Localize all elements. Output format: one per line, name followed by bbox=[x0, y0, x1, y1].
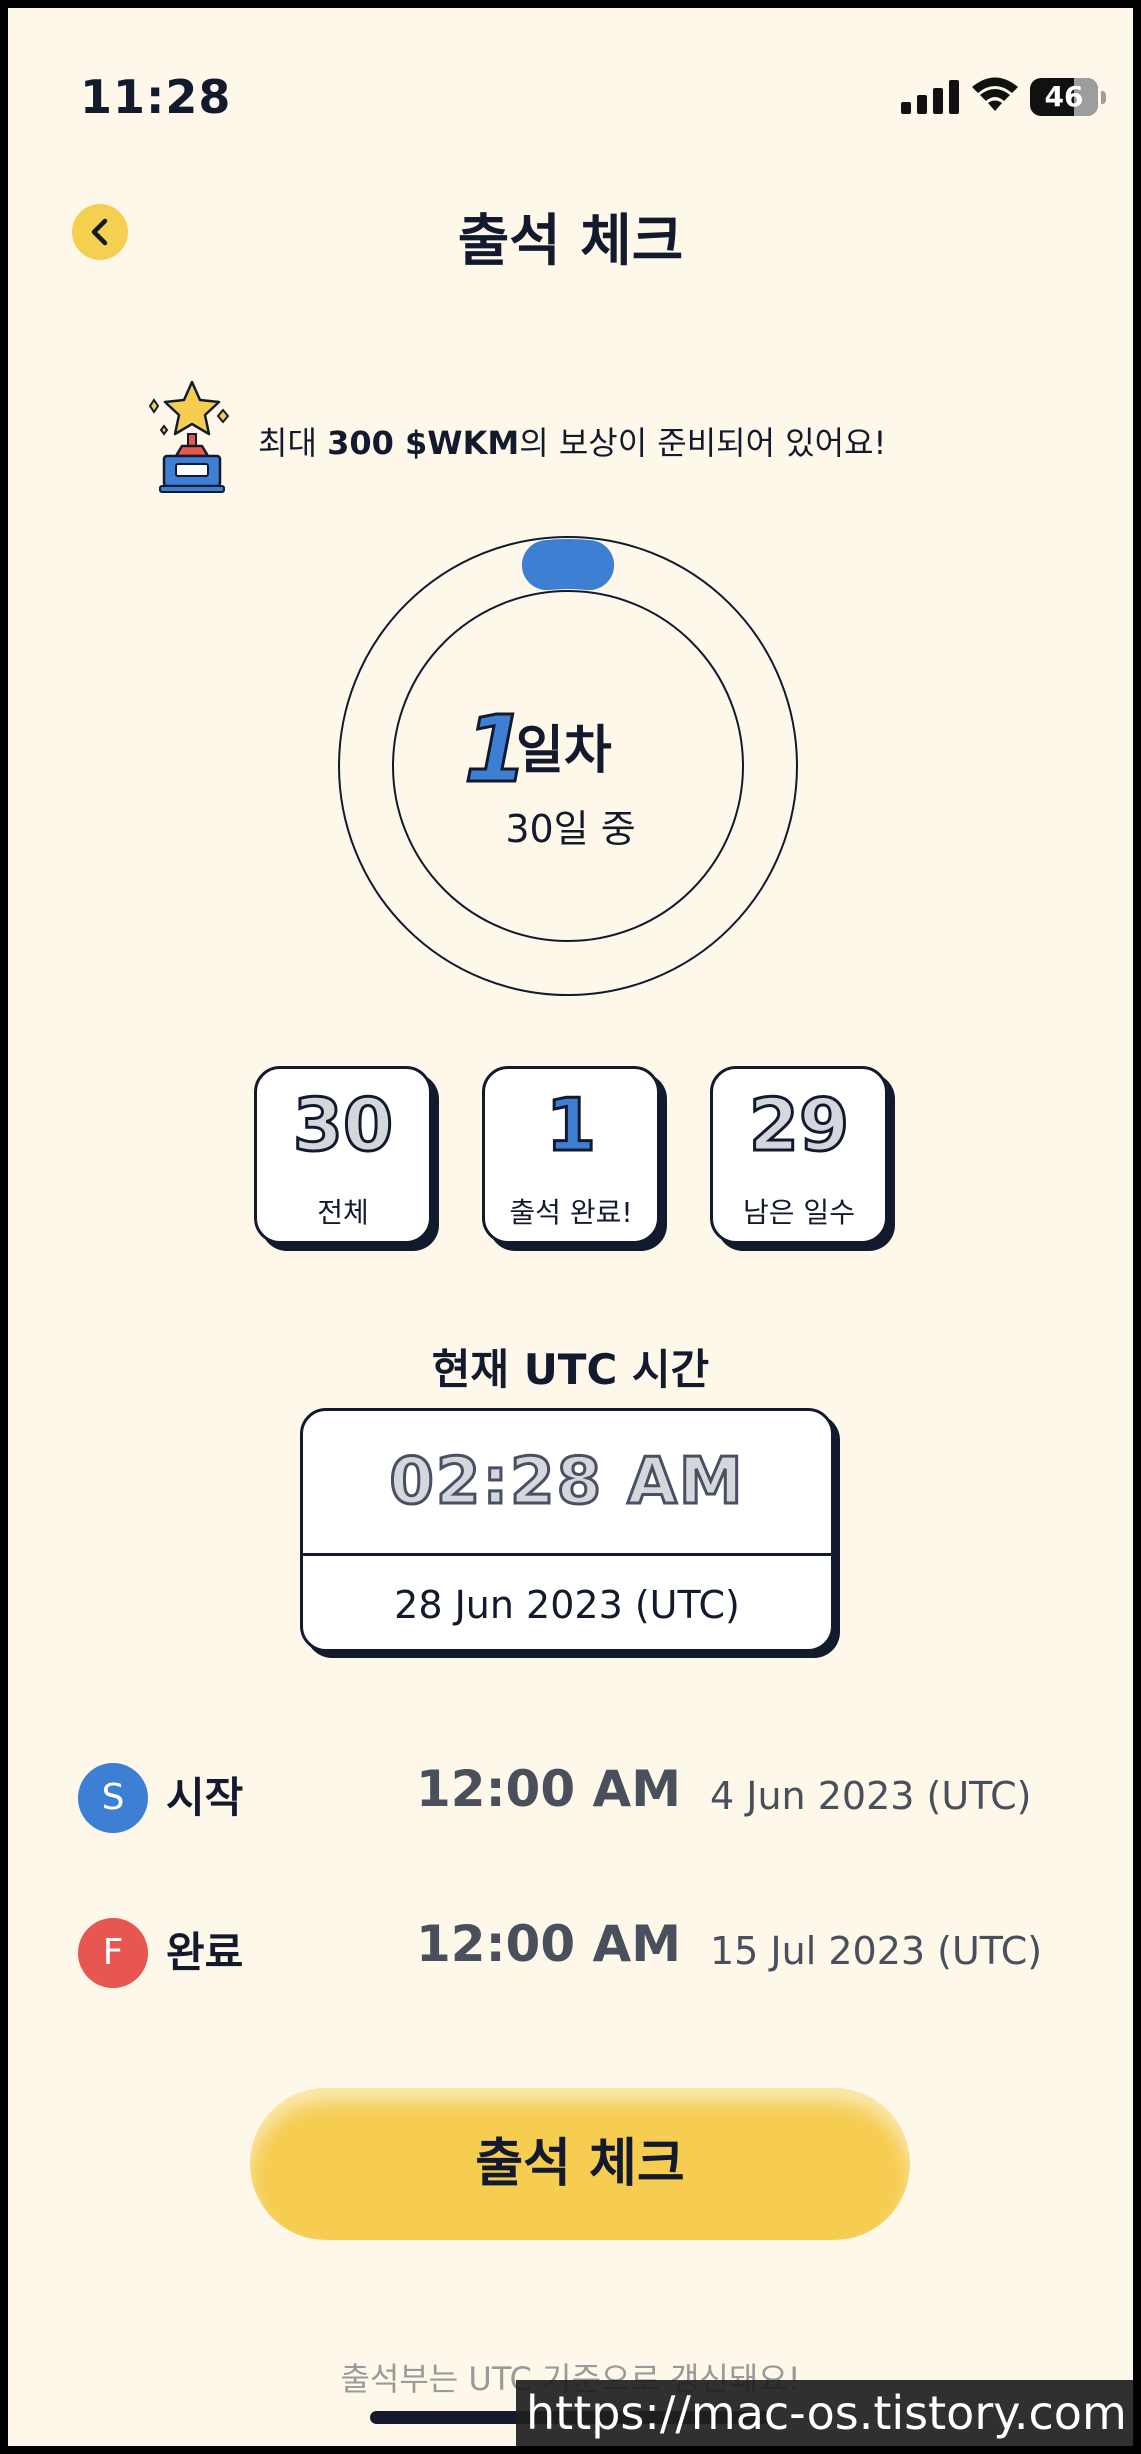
start-date: 4 Jun 2023 (UTC) bbox=[710, 1774, 1032, 1818]
trophy-star-icon bbox=[148, 380, 230, 493]
current-time-value: 02:28 AM bbox=[388, 1444, 745, 1521]
current-date-value: 28 Jun 2023 (UTC) bbox=[394, 1583, 740, 1627]
stat-card-remaining: 29 남은 일수 bbox=[710, 1066, 888, 1244]
stat-value: 30 bbox=[291, 1082, 394, 1169]
reward-message: 최대 300 $WKM의 보상이 준비되어 있어요! bbox=[258, 424, 887, 462]
stat-card-total: 30 전체 bbox=[254, 1066, 432, 1244]
attendance-screen: 11:28 46 출석 체크 최대 300 $WKM의 보상이 준비되어 있어요… bbox=[8, 8, 1133, 2446]
current-day-unit: 일차 bbox=[516, 721, 612, 781]
finish-time: 12:00 AM bbox=[415, 1915, 681, 1973]
stat-label: 출석 완료! bbox=[509, 1196, 633, 1229]
finish-badge: F bbox=[78, 1918, 148, 1988]
stat-label: 남은 일수 bbox=[743, 1196, 855, 1229]
stat-card-attended: 1 출석 완료! bbox=[482, 1066, 660, 1244]
status-time: 11:28 bbox=[80, 70, 232, 124]
progress-arc bbox=[521, 539, 615, 591]
battery-icon: 46 bbox=[1030, 78, 1106, 116]
current-time-title: 현재 UTC 시간 bbox=[431, 1345, 710, 1394]
finish-date: 15 Jul 2023 (UTC) bbox=[710, 1929, 1043, 1973]
finish-label: 완료 bbox=[166, 1928, 244, 1977]
stat-label: 전체 bbox=[317, 1196, 369, 1229]
cellular-signal-icon bbox=[901, 80, 959, 114]
total-days-label: 30일 중 bbox=[505, 807, 636, 851]
page-title: 출석 체크 bbox=[457, 209, 684, 274]
time-box-divider bbox=[303, 1553, 831, 1556]
start-time: 12:00 AM bbox=[415, 1760, 681, 1818]
stat-value: 29 bbox=[747, 1082, 850, 1169]
check-in-button[interactable]: 출석 체크 bbox=[250, 2088, 910, 2240]
stat-value: 1 bbox=[544, 1082, 597, 1169]
wifi-icon bbox=[972, 77, 1018, 111]
reward-amount: 300 $WKM bbox=[327, 424, 520, 462]
current-time-box: 02:28 AM 28 Jun 2023 (UTC) bbox=[300, 1408, 834, 1652]
watermark: https://mac-os.tistory.com bbox=[516, 2380, 1133, 2446]
start-badge: S bbox=[78, 1763, 148, 1833]
battery-level: 46 bbox=[1044, 80, 1084, 113]
start-label: 시작 bbox=[166, 1773, 244, 1822]
